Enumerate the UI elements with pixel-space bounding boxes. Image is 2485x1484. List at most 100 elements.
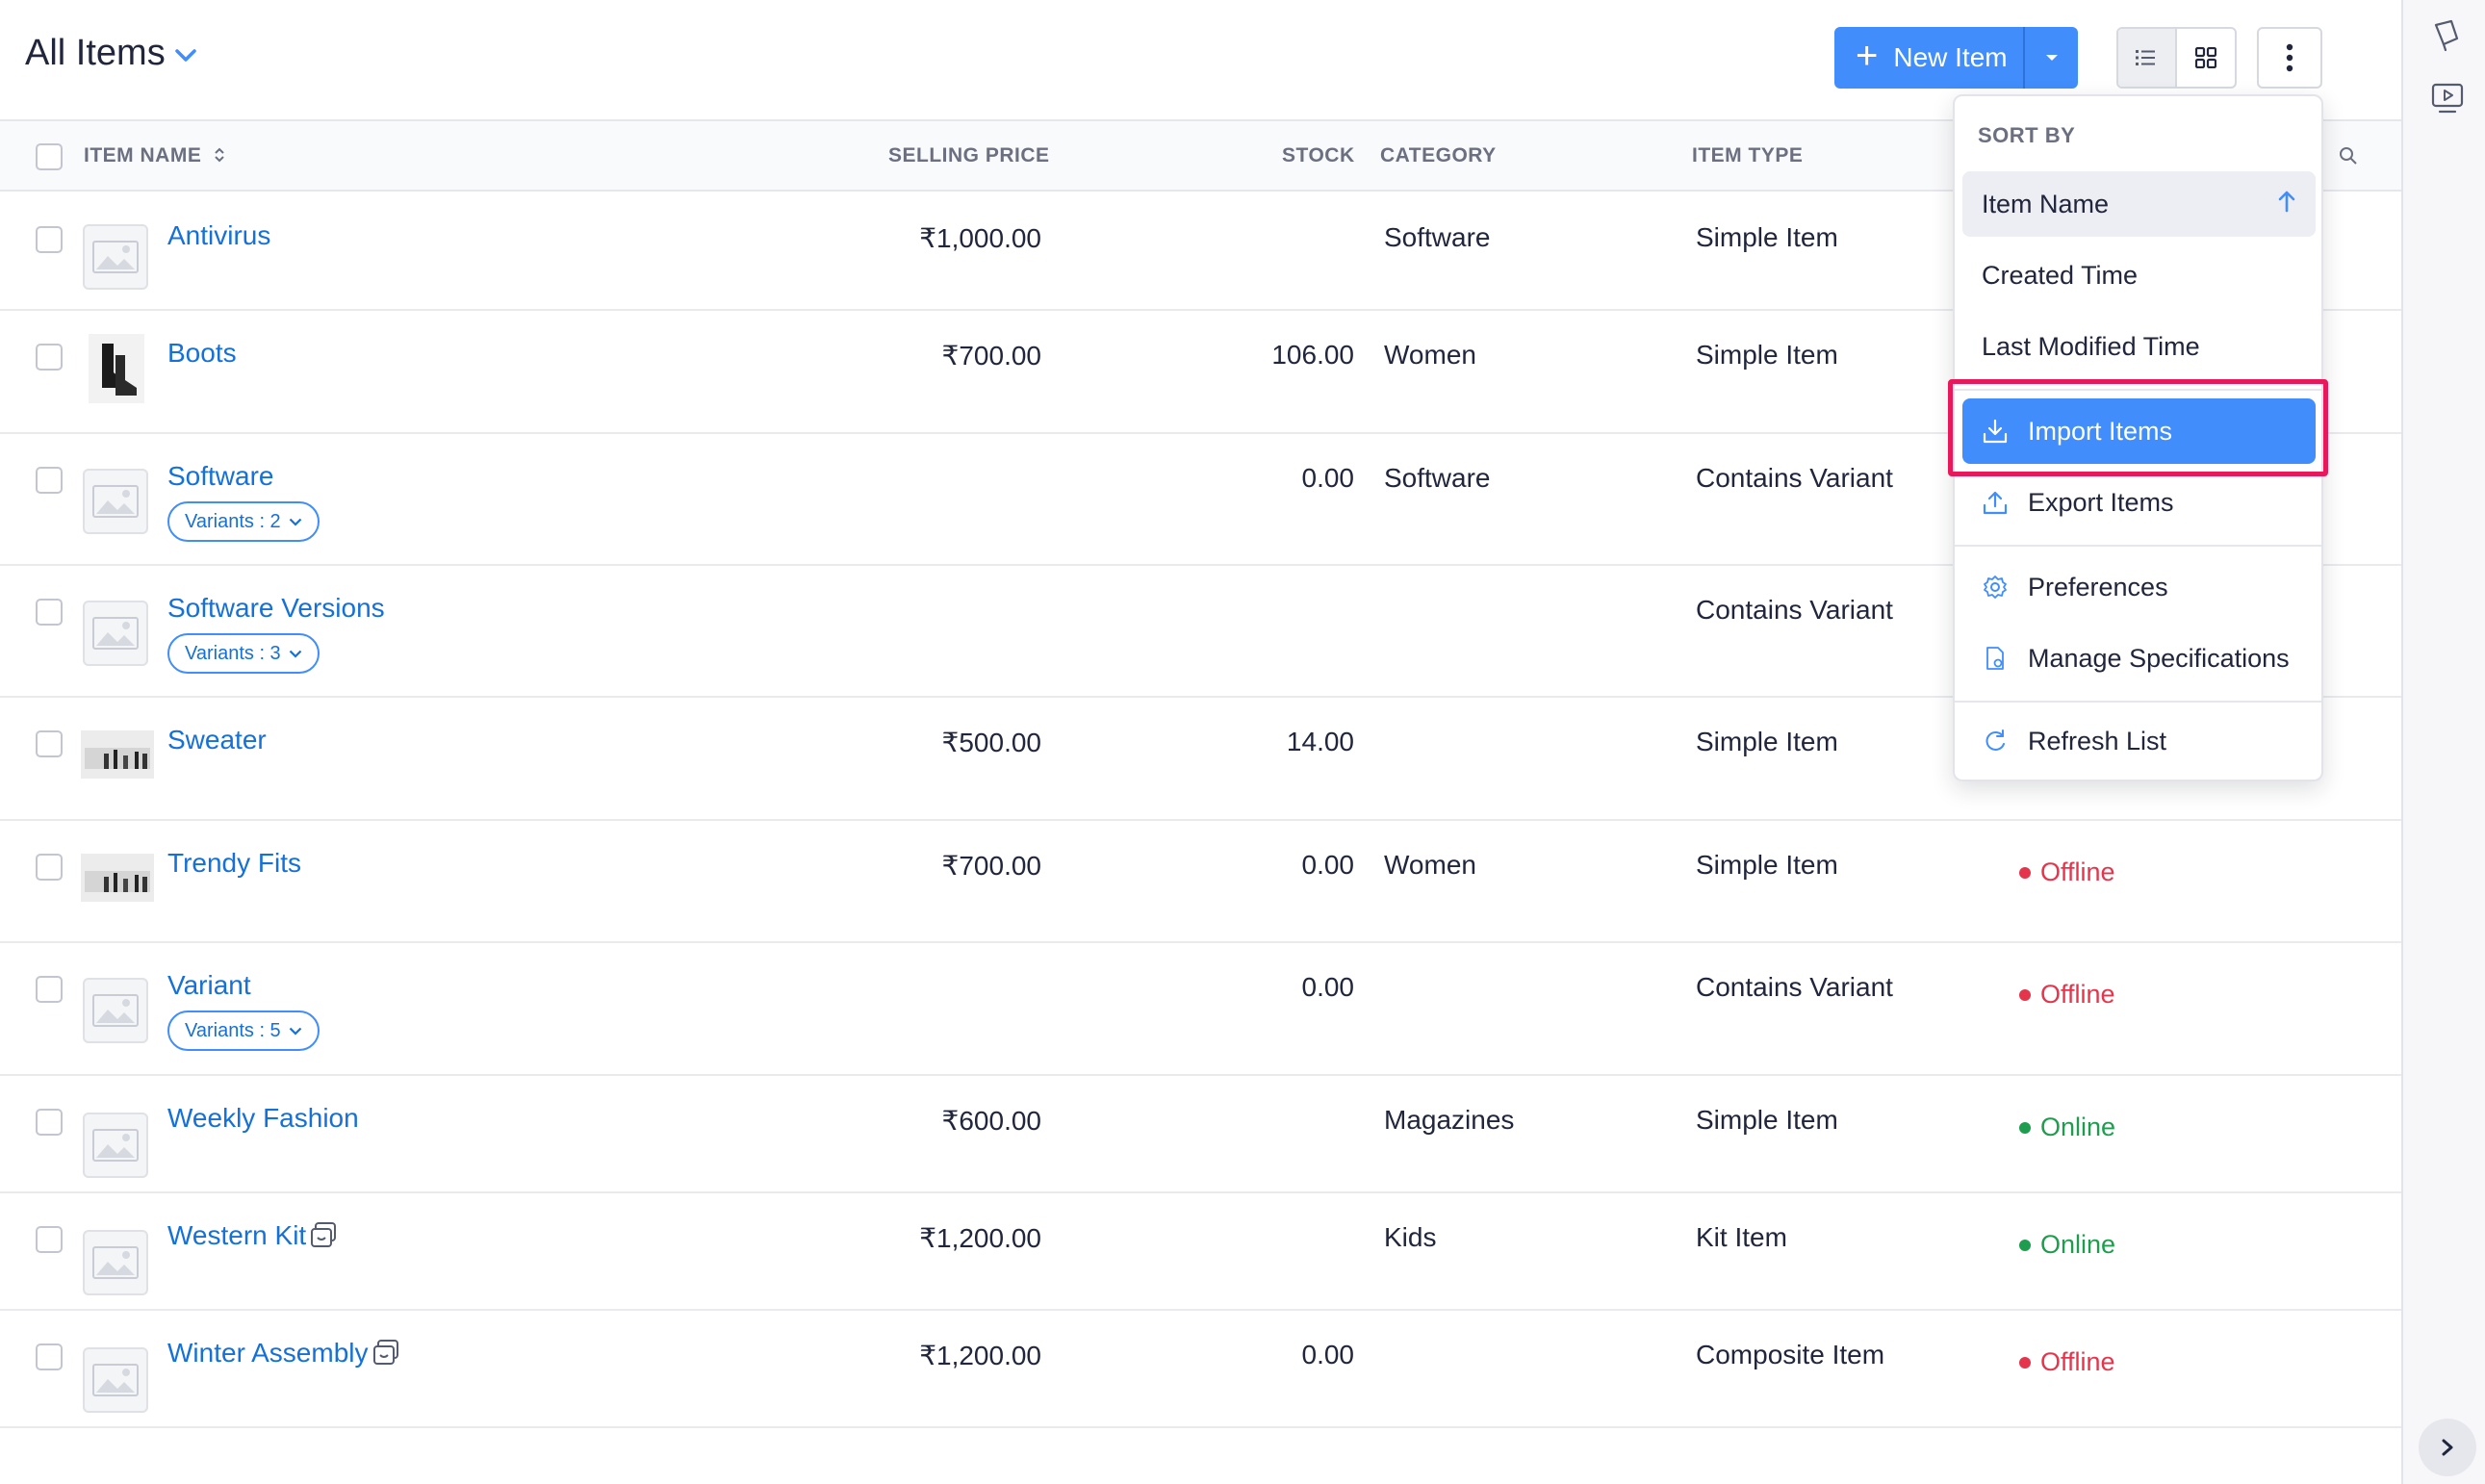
item-name: Western Kit — [167, 1220, 307, 1250]
new-item-label: New Item — [1893, 42, 2008, 72]
item-type: Composite Item — [1696, 1340, 1885, 1369]
table-row[interactable]: Western Kit ₹1,200.00 Kids Kit Item Onli… — [0, 1193, 2401, 1311]
item-name-link[interactable]: Variant — [167, 970, 251, 1001]
column-header-item-type: ITEM TYPE — [1692, 144, 1804, 166]
preferences-menu-item[interactable]: Preferences — [1962, 554, 2316, 620]
item-name-link[interactable]: Weekly Fashion — [167, 1103, 359, 1134]
variants-badge[interactable]: Variants : 2 — [167, 501, 320, 542]
item-name: Sweater — [167, 725, 267, 755]
upload-icon — [1982, 489, 2009, 516]
item-type: Contains Variant — [1696, 972, 1893, 1002]
row-checkbox[interactable] — [36, 344, 63, 371]
sort-by-last-modified-time[interactable]: Last Modified Time — [1962, 314, 2316, 379]
item-name: Winter Assembly — [167, 1338, 369, 1368]
image-placeholder-icon — [83, 1347, 148, 1413]
item-name-link[interactable]: Western Kit — [167, 1220, 339, 1251]
item-name-link[interactable]: Antivirus — [167, 220, 270, 251]
item-type: Simple Item — [1696, 727, 1838, 756]
trendy-fits-thumbnail — [81, 854, 154, 902]
item-name-link[interactable]: Software — [167, 461, 274, 492]
row-checkbox[interactable] — [36, 1226, 63, 1253]
all-items-view-selector[interactable]: All Items — [25, 33, 196, 74]
grid-view-button[interactable] — [2177, 29, 2236, 87]
select-all-checkbox[interactable] — [36, 143, 63, 170]
status-dot — [2019, 1239, 2031, 1251]
announcement-icon[interactable] — [2430, 17, 2465, 52]
row-checkbox[interactable] — [36, 854, 63, 881]
item-name: Software Versions — [167, 593, 385, 623]
row-checkbox[interactable] — [36, 1343, 63, 1370]
row-checkbox[interactable] — [36, 1109, 63, 1136]
list-view-button[interactable] — [2118, 29, 2177, 87]
stock: 0.00 — [1301, 1340, 1355, 1369]
image-placeholder-icon — [83, 469, 148, 534]
grid-icon — [2194, 47, 2216, 68]
status-dot — [2019, 1121, 2031, 1134]
item-type: Simple Item — [1696, 222, 1838, 252]
view-toggle — [2116, 27, 2237, 89]
status-text: Offline — [2040, 1347, 2115, 1376]
item-name: Boots — [167, 338, 237, 368]
sort-by-item-name[interactable]: Item Name — [1962, 171, 2316, 237]
selling-price: ₹700.00 — [941, 851, 1041, 881]
item-name-link[interactable]: Boots — [167, 338, 237, 369]
menu-item-label: Created Time — [1982, 260, 2139, 290]
row-checkbox[interactable] — [36, 730, 63, 757]
column-header-label: ITEM NAME — [84, 144, 202, 166]
item-name-link[interactable]: Trendy Fits — [167, 848, 301, 879]
category: Software — [1384, 463, 1491, 493]
menu-item-label: Manage Specifications — [2028, 643, 2290, 673]
category: Kids — [1384, 1222, 1437, 1252]
variants-badge[interactable]: Variants : 5 — [167, 1011, 320, 1051]
status-text: Offline — [2040, 980, 2115, 1009]
chevron-down-icon — [289, 1027, 301, 1036]
status-text: Online — [2040, 1113, 2116, 1141]
column-header-item-name[interactable]: ITEM NAME — [84, 144, 225, 167]
selling-price: ₹700.00 — [941, 341, 1041, 371]
row-checkbox[interactable] — [36, 226, 63, 253]
export-items-menu-item[interactable]: Export Items — [1962, 470, 2316, 535]
item-name-link[interactable]: Winter Assembly — [167, 1338, 401, 1369]
menu-divider — [1955, 545, 2321, 547]
manage-specifications-menu-item[interactable]: Manage Specifications — [1962, 626, 2316, 691]
item-name: Variant — [167, 970, 251, 1000]
row-checkbox[interactable] — [36, 599, 63, 626]
image-placeholder-icon — [83, 1113, 148, 1178]
stock: 0.00 — [1301, 463, 1355, 493]
expand-panel-button[interactable] — [2419, 1419, 2476, 1476]
import-items-highlight — [1948, 379, 2328, 476]
sort-icon — [214, 147, 224, 163]
status-dot — [2019, 866, 2031, 879]
item-name-link[interactable]: Software Versions — [167, 593, 385, 624]
chevron-down-icon — [289, 650, 301, 658]
menu-item-label: Refresh List — [2028, 726, 2167, 755]
variants-count: Variants : 5 — [185, 1019, 281, 1041]
refresh-list-menu-item[interactable]: Refresh List — [1962, 708, 2316, 774]
stock: 14.00 — [1286, 727, 1354, 756]
status-dot — [2019, 1356, 2031, 1369]
table-row[interactable]: Weekly Fashion ₹600.00 Magazines Simple … — [0, 1076, 2401, 1193]
status-badge: Offline — [2019, 980, 2115, 1010]
new-item-button[interactable]: + New Item — [1834, 27, 2023, 89]
item-name-link[interactable]: Sweater — [167, 725, 267, 755]
menu-item-label: Item Name — [1982, 189, 2110, 218]
video-tutorial-icon[interactable] — [2430, 81, 2465, 115]
right-utility-bar — [2401, 0, 2485, 1484]
new-item-dropdown-button[interactable] — [2023, 27, 2078, 89]
table-row[interactable]: Winter Assembly ₹1,200.00 0.00 Composite… — [0, 1311, 2401, 1428]
more-options-button[interactable] — [2257, 27, 2322, 89]
sort-by-created-time[interactable]: Created Time — [1962, 243, 2316, 308]
column-header-category: CATEGORY — [1380, 144, 1497, 166]
variants-badge[interactable]: Variants : 3 — [167, 633, 320, 674]
column-search-icon[interactable] — [2339, 146, 2358, 170]
table-row[interactable]: Trendy Fits ₹700.00 0.00 Women Simple It… — [0, 821, 2401, 943]
chevron-down-icon — [174, 43, 196, 68]
image-placeholder-icon — [83, 1230, 148, 1295]
row-checkbox[interactable] — [36, 467, 63, 494]
category: Women — [1384, 340, 1476, 370]
row-checkbox[interactable] — [36, 976, 63, 1003]
page-title: All Items — [25, 33, 166, 73]
column-header-stock: STOCK — [1282, 144, 1355, 166]
status-dot — [2019, 988, 2031, 1001]
table-row[interactable]: Variant Variants : 5 0.00 Contains Varia… — [0, 943, 2401, 1076]
